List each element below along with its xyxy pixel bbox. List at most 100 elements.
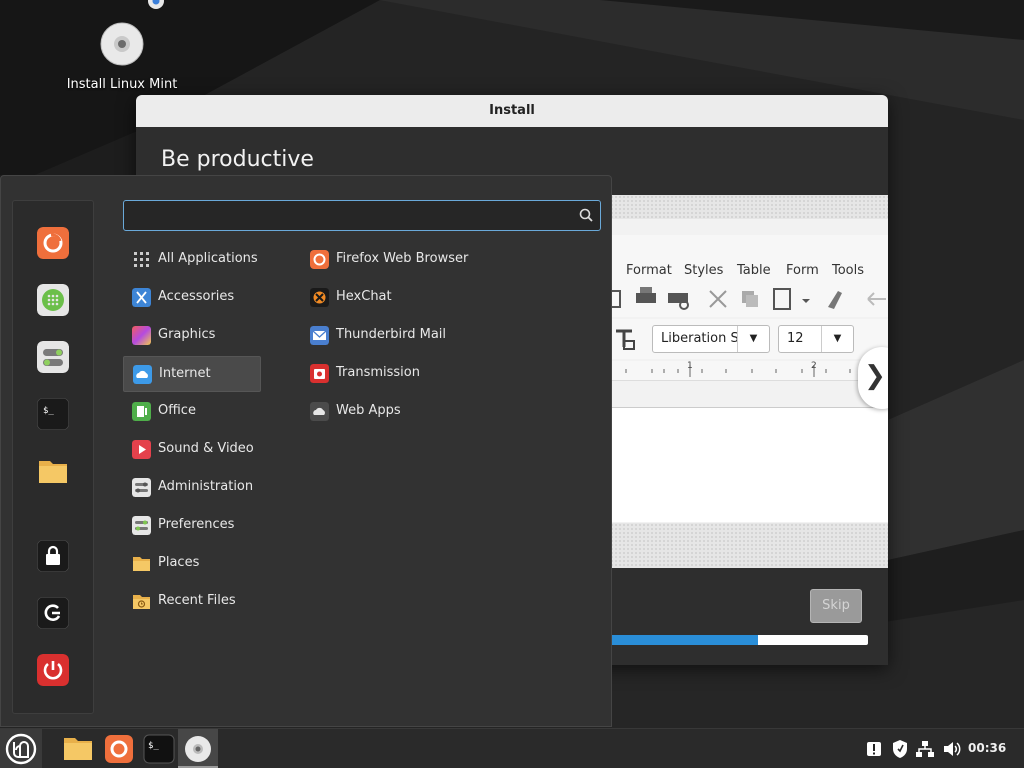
favorites-panel: $_	[12, 200, 94, 714]
install-disc-icon[interactable]	[178, 729, 218, 768]
app-thunderbird[interactable]: Thunderbird Mail	[301, 318, 591, 354]
recent-files-icon	[133, 595, 150, 609]
category-administration[interactable]: Administration	[123, 470, 261, 506]
writer-menu-format: Format	[626, 263, 672, 278]
hexchat-icon	[310, 288, 329, 307]
progress-fill	[606, 635, 758, 645]
firefox-icon	[310, 250, 329, 269]
category-label: All Applications	[158, 251, 258, 266]
category-internet[interactable]: Internet	[123, 356, 261, 392]
disc-icon	[100, 22, 144, 66]
category-accessories[interactable]: Accessories	[123, 280, 261, 316]
terminal-icon[interactable]: $_	[37, 398, 69, 430]
font-size-combo: 12 ▼	[778, 325, 854, 353]
preferences-icon	[132, 516, 151, 535]
category-graphics[interactable]: Graphics	[123, 318, 261, 354]
shield-icon[interactable]	[890, 739, 910, 759]
firefox-icon[interactable]	[100, 729, 138, 768]
network-icon[interactable]	[915, 740, 935, 758]
app-label: HexChat	[336, 289, 392, 304]
chevron-down-icon: ▼	[737, 326, 769, 352]
writer-format-bar: Liberation S ▼ 12 ▼	[606, 319, 888, 359]
writer-menu-form: Form	[786, 263, 819, 278]
category-all-applications[interactable]: All Applications	[123, 242, 261, 278]
sound-video-icon	[132, 440, 151, 459]
clock[interactable]: 00:36	[968, 741, 1006, 755]
logout-icon[interactable]	[37, 597, 69, 629]
category-label: Sound & Video	[158, 441, 254, 456]
category-label: Internet	[159, 366, 211, 381]
graphics-icon	[132, 326, 151, 345]
desktop-icon-label: Install Linux Mint	[66, 77, 178, 92]
category-label: Places	[158, 555, 200, 570]
category-office[interactable]: Office	[123, 394, 261, 430]
firefox-icon[interactable]	[37, 227, 69, 259]
terminal-icon[interactable]: $_	[140, 729, 178, 768]
system-settings-icon[interactable]	[37, 341, 69, 373]
insert-table-icon	[616, 329, 635, 350]
transmission-icon	[310, 364, 329, 383]
app-web-apps[interactable]: Web Apps	[301, 394, 591, 430]
places-folder-icon	[133, 557, 150, 571]
chrome-icon[interactable]	[147, 0, 165, 10]
thunderbird-icon	[310, 326, 329, 345]
lock-screen-icon[interactable]	[37, 540, 69, 572]
category-label: Accessories	[158, 289, 235, 304]
menu-search-box[interactable]	[123, 200, 601, 231]
svg-text:$_: $_	[148, 741, 159, 751]
category-sound-video[interactable]: Sound & Video	[123, 432, 261, 468]
internet-icon	[133, 365, 152, 384]
software-manager-icon[interactable]	[37, 284, 69, 316]
menu-search-input[interactable]	[132, 206, 562, 226]
install-slide-heading: Be productive	[161, 147, 314, 172]
update-manager-icon[interactable]	[865, 740, 883, 758]
category-preferences[interactable]: Preferences	[123, 508, 261, 544]
grid-icon	[134, 252, 149, 267]
files-folder-icon[interactable]	[58, 729, 98, 768]
search-icon	[579, 208, 593, 222]
webapps-icon	[310, 402, 329, 421]
writer-menu-table: Table	[737, 263, 771, 278]
office-icon	[132, 402, 151, 421]
app-label: Firefox Web Browser	[336, 251, 469, 266]
next-slide-button[interactable]: ❯	[858, 347, 888, 409]
administration-icon	[132, 478, 151, 497]
ruler-ticks	[625, 365, 851, 377]
slideshow-progress-bar	[606, 635, 868, 645]
category-label: Administration	[158, 479, 254, 494]
app-label: Thunderbird Mail	[336, 327, 447, 342]
svg-text:$_: $_	[43, 406, 54, 416]
install-window-title[interactable]: Install	[136, 95, 888, 127]
slide-pattern-bottom	[606, 523, 888, 568]
writer-menu-tools: Tools	[832, 263, 865, 278]
chevron-right-icon: ❯	[864, 361, 886, 391]
skip-button[interactable]: Skip	[810, 589, 862, 623]
writer-page	[606, 407, 888, 522]
ruler-mark: 1	[687, 361, 693, 371]
category-label: Office	[158, 403, 196, 418]
app-hexchat[interactable]: HexChat	[301, 280, 591, 316]
app-firefox[interactable]: Firefox Web Browser	[301, 242, 591, 278]
app-label: Web Apps	[336, 403, 401, 418]
font-name-combo: Liberation S ▼	[652, 325, 770, 353]
app-label: Transmission	[336, 365, 420, 380]
taskbar: $_ 00:36	[0, 728, 1024, 768]
volume-icon[interactable]	[942, 740, 962, 758]
slideshow-image: Format Styles Table Form Tools Liberatio…	[606, 195, 888, 568]
ruler-mark: 2	[811, 361, 817, 371]
files-folder-icon[interactable]	[37, 455, 69, 487]
writer-ruler: 1 2	[606, 361, 888, 381]
category-label: Preferences	[158, 517, 235, 532]
category-places[interactable]: Places	[123, 546, 261, 582]
category-label: Recent Files	[158, 593, 236, 608]
install-linux-mint-desktop-icon[interactable]: Install Linux Mint	[62, 22, 182, 92]
mint-menu-icon[interactable]	[0, 729, 42, 768]
writer-toolbar	[606, 283, 888, 317]
category-recent-files[interactable]: Recent Files	[123, 584, 261, 620]
accessories-icon	[132, 288, 151, 307]
application-menu: $_ All Applications Accessories Graphics	[0, 175, 612, 727]
shutdown-icon[interactable]	[37, 654, 69, 686]
font-name-value: Liberation S	[661, 331, 739, 346]
app-transmission[interactable]: Transmission	[301, 356, 591, 392]
writer-menu-styles: Styles	[684, 263, 724, 278]
